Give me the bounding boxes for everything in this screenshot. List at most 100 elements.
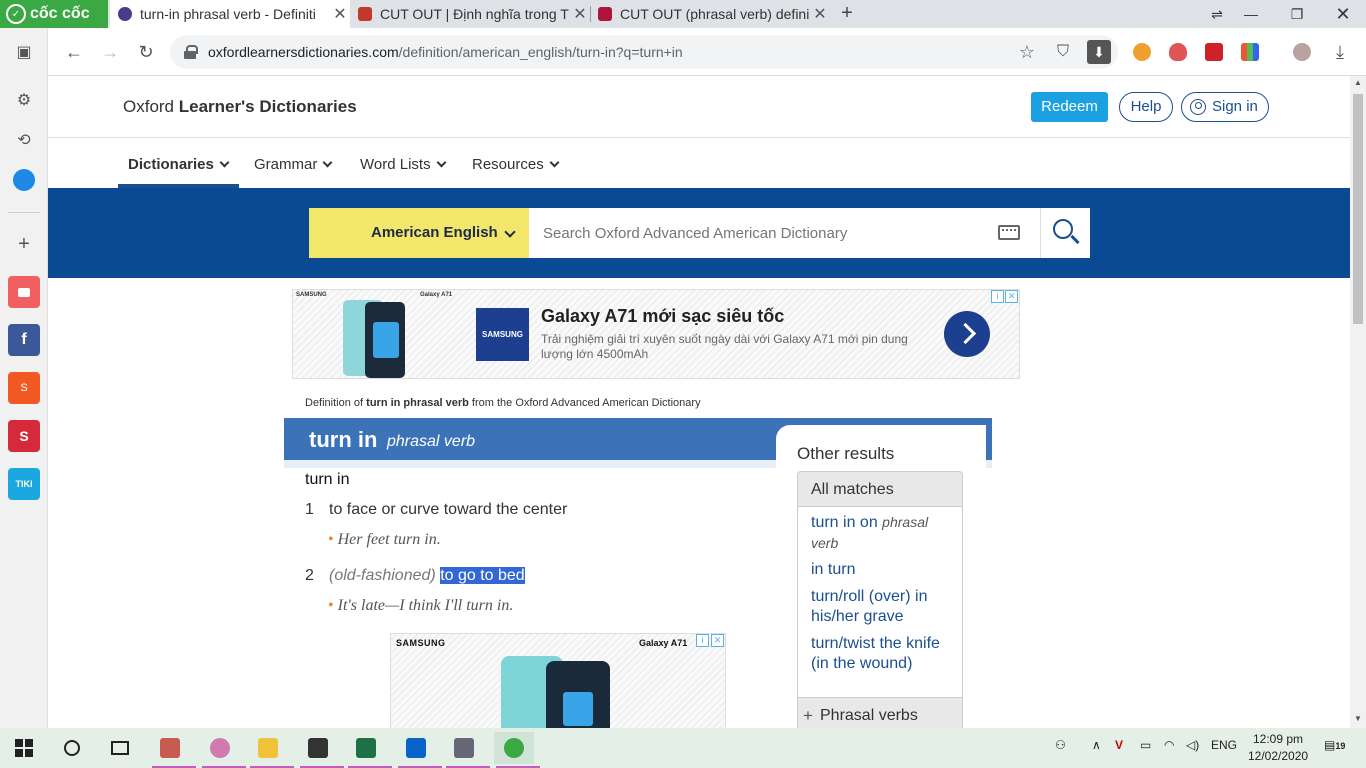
- ad-arrow-button[interactable]: [944, 311, 990, 357]
- redeem-button[interactable]: Redeem: [1031, 92, 1108, 122]
- taskbar-app-2[interactable]: [200, 732, 246, 768]
- taskbar-app-7[interactable]: [444, 732, 490, 768]
- result-link[interactable]: turn/roll (over) in his/her grave: [811, 587, 951, 627]
- language-indicator[interactable]: ENG: [1211, 738, 1237, 752]
- volume-icon[interactable]: ◁): [1186, 738, 1199, 752]
- bookmark-star-icon[interactable]: ☆: [1015, 40, 1039, 64]
- scroll-down-icon[interactable]: ▼: [1350, 714, 1366, 723]
- dictionary-select[interactable]: American English: [309, 208, 529, 258]
- main-nav: Dictionaries Grammar Word Lists Resource…: [48, 138, 1350, 188]
- ad-close-icon[interactable]: ✕: [711, 634, 724, 647]
- chevron-down-icon: [219, 157, 230, 168]
- cambridge-favicon-icon: [358, 7, 372, 21]
- browser-brand-label: cốc cốc: [30, 5, 90, 22]
- adchoices-icon[interactable]: i: [696, 634, 709, 647]
- tab-cut-out-phrasal[interactable]: CUT OUT (phrasal verb) defini ✕: [590, 0, 830, 28]
- tab-turn-in[interactable]: turn-in phrasal verb - Definiti ✕: [110, 0, 350, 28]
- phrasal-verbs-toggle[interactable]: Phrasal verbs: [798, 697, 962, 728]
- unikey-icon[interactable]: V: [1115, 738, 1123, 752]
- ad-close-icon[interactable]: ✕: [1005, 290, 1018, 303]
- tab-cut-out-cambridge[interactable]: CUT OUT | Định nghĩa trong T ✕: [350, 0, 590, 28]
- battery-tray-icon[interactable]: ▭: [1140, 738, 1151, 752]
- profile-avatar[interactable]: [1293, 43, 1311, 61]
- adchoices-icon[interactable]: i: [991, 290, 1004, 303]
- settings-gear-icon[interactable]: ⚙: [8, 84, 40, 116]
- back-button[interactable]: ←: [62, 40, 86, 64]
- page-scrollbar[interactable]: ▲ ▼: [1350, 76, 1366, 728]
- search-taskbar-button[interactable]: [52, 732, 92, 764]
- forward-button[interactable]: →: [98, 40, 122, 64]
- restore-button[interactable]: ❐: [1274, 0, 1320, 28]
- all-matches-header[interactable]: All matches: [798, 472, 962, 507]
- oxford-favicon-icon: [118, 7, 132, 21]
- extension-adblock-icon[interactable]: [1169, 43, 1187, 61]
- scroll-up-icon[interactable]: ▲: [1350, 78, 1366, 87]
- messenger-icon[interactable]: [8, 164, 40, 196]
- other-results-title: Other results: [797, 444, 895, 463]
- tray-overflow-icon[interactable]: ∧: [1092, 738, 1101, 752]
- taskbar-excel[interactable]: [346, 732, 392, 768]
- download-icon[interactable]: ⤓: [1328, 40, 1352, 64]
- nav-resources[interactable]: Resources: [472, 156, 560, 173]
- youtube-icon[interactable]: [8, 276, 40, 308]
- wifi-icon[interactable]: ◠: [1164, 738, 1174, 752]
- result-link[interactable]: turn/twist the knife (in the wound): [811, 634, 951, 674]
- other-results-box: All matches turn in on phrasal verb in t…: [797, 471, 963, 728]
- example-text: Her feet turn in.: [337, 531, 441, 548]
- browser-brand[interactable]: ✓ cốc cốc: [0, 0, 108, 28]
- example-2: • It's late—I think I'll turn in.: [328, 597, 513, 615]
- minimize-button[interactable]: —: [1228, 0, 1274, 28]
- nav-word-lists[interactable]: Word Lists: [360, 156, 447, 173]
- add-shortcut-icon[interactable]: +: [8, 228, 40, 260]
- taskbar-file-explorer[interactable]: [248, 732, 294, 768]
- system-clock[interactable]: 12:09 pm 12/02/2020: [1248, 731, 1308, 765]
- notification-count: 19: [1335, 741, 1346, 751]
- reload-button[interactable]: ↻: [134, 40, 158, 64]
- tiki-icon[interactable]: TIKI: [8, 468, 40, 500]
- advertisement-box[interactable]: SAMSUNG Galaxy A71 i ✕: [390, 633, 726, 728]
- nav-dictionaries[interactable]: Dictionaries: [128, 156, 230, 173]
- extension-icon-1[interactable]: [1133, 43, 1151, 61]
- address-bar[interactable]: oxfordlearnersdictionaries.com/definitio…: [170, 35, 1118, 69]
- taskbar-outlook[interactable]: [396, 732, 442, 768]
- usage-label: (old-fashioned): [329, 567, 436, 584]
- result-link[interactable]: in turn: [811, 560, 951, 580]
- taskbar-app-1[interactable]: [150, 732, 196, 768]
- sendo-icon[interactable]: S: [8, 420, 40, 452]
- taskbar-app-4[interactable]: [298, 732, 344, 768]
- nav-grammar[interactable]: Grammar: [254, 156, 333, 173]
- download-manager-icon[interactable]: ⬇: [1087, 40, 1111, 64]
- url-text[interactable]: oxfordlearnersdictionaries.com/definitio…: [208, 44, 683, 60]
- history-icon[interactable]: ⟲: [8, 124, 40, 156]
- lock-icon[interactable]: [184, 45, 198, 59]
- close-window-button[interactable]: ✕: [1320, 0, 1366, 28]
- site-logo[interactable]: Oxford Learner's Dictionaries: [123, 97, 357, 117]
- close-tab-icon[interactable]: ✕: [570, 4, 590, 24]
- task-view-button[interactable]: [100, 732, 140, 764]
- headword: turn in: [309, 427, 378, 452]
- close-tab-icon[interactable]: ✕: [810, 4, 830, 24]
- people-icon[interactable]: ⚇: [1055, 738, 1066, 752]
- start-button[interactable]: [4, 732, 44, 764]
- close-tab-icon[interactable]: ✕: [330, 4, 350, 24]
- search-input[interactable]: [529, 208, 1040, 258]
- chevron-down-icon: [436, 157, 447, 168]
- sign-in-button[interactable]: Sign in: [1181, 92, 1269, 122]
- extension-icon-4[interactable]: [1241, 43, 1259, 61]
- scrollbar-thumb[interactable]: [1353, 94, 1363, 324]
- sidebar-toggle-icon[interactable]: ▣: [8, 36, 40, 68]
- app-icon: [160, 738, 180, 758]
- new-tab-button[interactable]: +: [836, 2, 858, 24]
- help-button[interactable]: Help: [1119, 92, 1173, 122]
- notification-center[interactable]: ▤19: [1324, 738, 1345, 752]
- facebook-icon[interactable]: f: [8, 324, 40, 356]
- result-link[interactable]: turn in on phrasal verb: [811, 512, 951, 554]
- shopee-icon[interactable]: S: [8, 372, 40, 404]
- shield-icon[interactable]: ⛉: [1051, 40, 1075, 64]
- keyboard-icon[interactable]: [998, 225, 1020, 240]
- sidebar-divider: [8, 212, 40, 213]
- extension-icon-3[interactable]: [1205, 43, 1223, 61]
- advertisement-banner[interactable]: SAMSUNG Galaxy A71 SAMSUNG Galaxy A71 mớ…: [292, 289, 1020, 379]
- search-button[interactable]: [1040, 208, 1090, 258]
- taskbar-coccoc[interactable]: [494, 732, 540, 768]
